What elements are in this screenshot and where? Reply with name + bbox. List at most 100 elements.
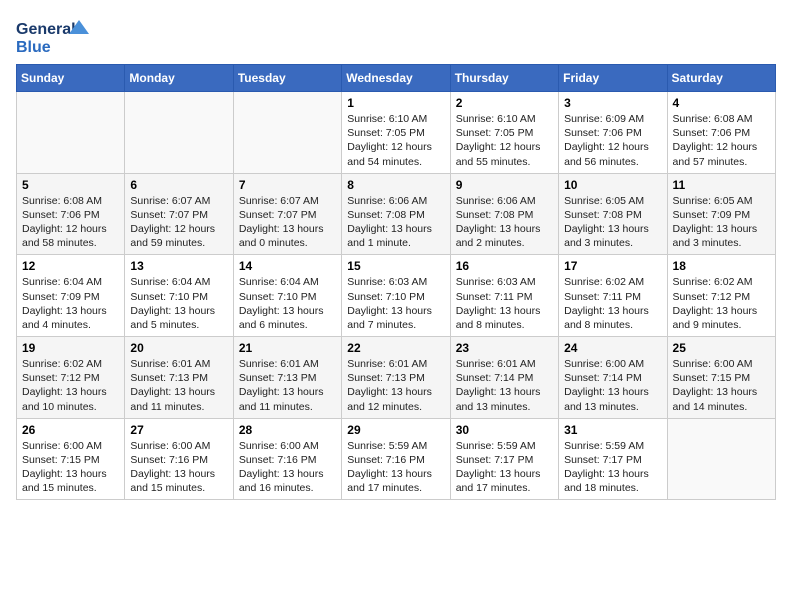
- day-number: 6: [130, 178, 227, 192]
- calendar-cell: 30Sunrise: 5:59 AM Sunset: 7:17 PM Dayli…: [450, 418, 558, 500]
- calendar-week-3: 12Sunrise: 6:04 AM Sunset: 7:09 PM Dayli…: [17, 255, 776, 337]
- day-info: Sunrise: 6:00 AM Sunset: 7:15 PM Dayligh…: [22, 439, 119, 496]
- day-number: 4: [673, 96, 770, 110]
- day-info: Sunrise: 6:09 AM Sunset: 7:06 PM Dayligh…: [564, 112, 661, 169]
- calendar-cell: [125, 92, 233, 174]
- calendar-cell: 29 Sunrise: 5:59 AM Sunset: 7:16 PM Dayli…: [342, 418, 450, 500]
- col-header-friday: Friday: [559, 65, 667, 92]
- calendar-table: SundayMondayTuesdayWednesdayThursdayFrid…: [16, 64, 776, 500]
- calendar-week-4: 19 Sunrise: 6:02 AM Sunset: 7:12 PM Dayli…: [17, 337, 776, 419]
- day-number: 21: [239, 341, 336, 355]
- svg-text:General: General: [16, 21, 76, 38]
- day-number: 3: [564, 96, 661, 110]
- day-info: Sunrise: 6:04 AM Sunset: 7:10 PM Dayligh…: [130, 275, 227, 332]
- day-number: 12: [22, 259, 119, 273]
- day-info: Sunrise: 5:59 AM Sunset: 7:17 PM Dayligh…: [564, 439, 661, 496]
- day-number: 29: [347, 423, 444, 437]
- day-number: 19: [22, 341, 119, 355]
- calendar-header-row: SundayMondayTuesdayWednesdayThursdayFrid…: [17, 65, 776, 92]
- day-number: 25: [673, 341, 770, 355]
- col-header-tuesday: Tuesday: [233, 65, 341, 92]
- day-number: 28: [239, 423, 336, 437]
- calendar-cell: 1Sunrise: 6:10 AM Sunset: 7:05 PM Daylig…: [342, 92, 450, 174]
- day-info: Sunrise: 6:05 AM Sunset: 7:09 PM Dayligh…: [673, 194, 770, 251]
- day-info: Sunrise: 6:03 AM Sunset: 7:11 PM Dayligh…: [456, 275, 553, 332]
- calendar-cell: 27Sunrise: 6:00 AM Sunset: 7:16 PM Dayli…: [125, 418, 233, 500]
- calendar-cell: 19 Sunrise: 6:02 AM Sunset: 7:12 PM Dayli…: [17, 337, 125, 419]
- day-info: Sunrise: 6:03 AM Sunset: 7:10 PM Dayligh…: [347, 275, 444, 332]
- day-number: 5: [22, 178, 119, 192]
- day-info: Sunrise: 6:06 AM Sunset: 7:08 PM Dayligh…: [456, 194, 553, 251]
- calendar-cell: [233, 92, 341, 174]
- calendar-cell: 4 Sunrise: 6:08 AM Sunset: 7:06 PM Daylig…: [667, 92, 775, 174]
- day-info: Sunrise: 6:01 AM Sunset: 7:13 PM Dayligh…: [239, 357, 336, 414]
- calendar-cell: [17, 92, 125, 174]
- day-info: Sunrise: 6:07 AM Sunset: 7:07 PM Dayligh…: [130, 194, 227, 251]
- day-info: Sunrise: 6:01 AM Sunset: 7:14 PM Dayligh…: [456, 357, 553, 414]
- day-info: Sunrise: 6:05 AM Sunset: 7:08 PM Dayligh…: [564, 194, 661, 251]
- day-info: Sunrise: 6:08 AM Sunset: 7:06 PM Dayligh…: [673, 112, 770, 169]
- logo-svg: GeneralBlue: [16, 16, 96, 56]
- svg-text:Blue: Blue: [16, 39, 51, 56]
- calendar-cell: [667, 418, 775, 500]
- day-info: Sunrise: 6:01 AM Sunset: 7:13 PM Dayligh…: [130, 357, 227, 414]
- col-header-saturday: Saturday: [667, 65, 775, 92]
- calendar-cell: 6 Sunrise: 6:07 AM Sunset: 7:07 PM Daylig…: [125, 173, 233, 255]
- day-info: Sunrise: 6:00 AM Sunset: 7:14 PM Dayligh…: [564, 357, 661, 414]
- day-number: 20: [130, 341, 227, 355]
- calendar-cell: 5Sunrise: 6:08 AM Sunset: 7:06 PM Daylig…: [17, 173, 125, 255]
- calendar-cell: 20 Sunrise: 6:01 AM Sunset: 7:13 PM Dayli…: [125, 337, 233, 419]
- day-info: Sunrise: 6:01 AM Sunset: 7:13 PM Dayligh…: [347, 357, 444, 414]
- calendar-cell: 16 Sunrise: 6:03 AM Sunset: 7:11 PM Dayli…: [450, 255, 558, 337]
- calendar-cell: 21 Sunrise: 6:01 AM Sunset: 7:13 PM Dayli…: [233, 337, 341, 419]
- day-info: Sunrise: 5:59 AM Sunset: 7:16 PM Dayligh…: [347, 439, 444, 496]
- day-number: 27: [130, 423, 227, 437]
- day-info: Sunrise: 6:02 AM Sunset: 7:12 PM Dayligh…: [22, 357, 119, 414]
- page-header: GeneralBlue: [16, 16, 776, 56]
- day-number: 24: [564, 341, 661, 355]
- calendar-cell: 14 Sunrise: 6:04 AM Sunset: 7:10 PM Dayli…: [233, 255, 341, 337]
- day-info: Sunrise: 6:00 AM Sunset: 7:15 PM Dayligh…: [673, 357, 770, 414]
- day-info: Sunrise: 6:02 AM Sunset: 7:11 PM Dayligh…: [564, 275, 661, 332]
- calendar-cell: 3 Sunrise: 6:09 AM Sunset: 7:06 PM Daylig…: [559, 92, 667, 174]
- day-number: 7: [239, 178, 336, 192]
- day-number: 31: [564, 423, 661, 437]
- col-header-wednesday: Wednesday: [342, 65, 450, 92]
- col-header-monday: Monday: [125, 65, 233, 92]
- calendar-cell: 26 Sunrise: 6:00 AM Sunset: 7:15 PM Dayli…: [17, 418, 125, 500]
- col-header-sunday: Sunday: [17, 65, 125, 92]
- day-number: 14: [239, 259, 336, 273]
- day-info: Sunrise: 6:02 AM Sunset: 7:12 PM Dayligh…: [673, 275, 770, 332]
- day-number: 30: [456, 423, 553, 437]
- calendar-cell: 10Sunrise: 6:05 AM Sunset: 7:08 PM Dayli…: [559, 173, 667, 255]
- calendar-cell: 13 Sunrise: 6:04 AM Sunset: 7:10 PM Dayli…: [125, 255, 233, 337]
- calendar-cell: 23Sunrise: 6:01 AM Sunset: 7:14 PM Dayli…: [450, 337, 558, 419]
- calendar-cell: 9 Sunrise: 6:06 AM Sunset: 7:08 PM Daylig…: [450, 173, 558, 255]
- calendar-cell: 12Sunrise: 6:04 AM Sunset: 7:09 PM Dayli…: [17, 255, 125, 337]
- calendar-cell: 18 Sunrise: 6:02 AM Sunset: 7:12 PM Dayli…: [667, 255, 775, 337]
- day-number: 9: [456, 178, 553, 192]
- calendar-week-1: 1 Sunrise: 6:10 AM Sunset: 7:05 PM Daylig…: [17, 92, 776, 174]
- calendar-cell: 24 Sunrise: 6:00 AM Sunset: 7:14 PM Dayli…: [559, 337, 667, 419]
- day-info: Sunrise: 6:04 AM Sunset: 7:10 PM Dayligh…: [239, 275, 336, 332]
- calendar-cell: 15Sunrise: 6:03 AM Sunset: 7:10 PM Dayli…: [342, 255, 450, 337]
- calendar-cell: 28Sunrise: 6:00 AM Sunset: 7:16 PM Dayli…: [233, 418, 341, 500]
- day-number: 11: [673, 178, 770, 192]
- day-number: 17: [564, 259, 661, 273]
- day-info: Sunrise: 6:07 AM Sunset: 7:07 PM Dayligh…: [239, 194, 336, 251]
- logo: GeneralBlue: [16, 16, 96, 56]
- day-number: 18: [673, 259, 770, 273]
- day-number: 16: [456, 259, 553, 273]
- day-number: 8: [347, 178, 444, 192]
- day-number: 1: [347, 96, 444, 110]
- day-info: Sunrise: 6:06 AM Sunset: 7:08 PM Dayligh…: [347, 194, 444, 251]
- calendar-cell: 25 Sunrise: 6:00 AM Sunset: 7:15 PM Dayli…: [667, 337, 775, 419]
- calendar-week-5: 26 Sunrise: 6:00 AM Sunset: 7:15 PM Dayli…: [17, 418, 776, 500]
- calendar-cell: 7 Sunrise: 6:07 AM Sunset: 7:07 PM Daylig…: [233, 173, 341, 255]
- calendar-cell: 11 Sunrise: 6:05 AM Sunset: 7:09 PM Dayli…: [667, 173, 775, 255]
- day-number: 13: [130, 259, 227, 273]
- day-number: 22: [347, 341, 444, 355]
- day-number: 26: [22, 423, 119, 437]
- calendar-cell: 2Sunrise: 6:10 AM Sunset: 7:05 PM Daylig…: [450, 92, 558, 174]
- day-info: Sunrise: 6:10 AM Sunset: 7:05 PM Dayligh…: [456, 112, 553, 169]
